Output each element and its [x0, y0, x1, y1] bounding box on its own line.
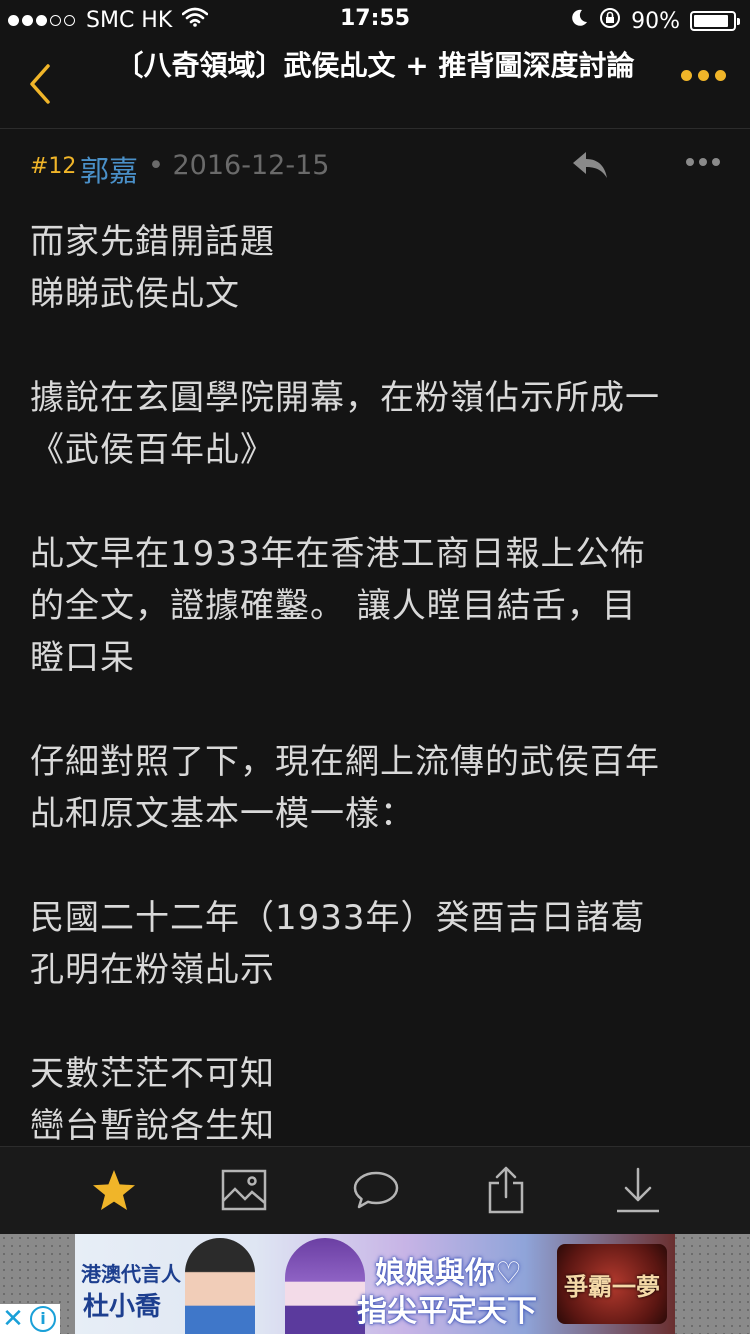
- comment-button[interactable]: [351, 1165, 401, 1215]
- text-line: 而家先錯開話題: [30, 222, 275, 262]
- post-floor-number: #12: [30, 154, 77, 179]
- paragraph: 民國二十二年（1933年）癸酉吉日諸葛 孔明在粉嶺乩示: [30, 892, 730, 996]
- ad-banner[interactable]: 港澳代言人 杜小喬 娘娘與你♡ 指尖平定天下 爭霸一夢: [75, 1234, 675, 1334]
- paragraph: 仔細對照了下，現在網上流傳的武侯百年 乩和原文基本一模一樣：: [30, 736, 730, 840]
- rotation-lock-icon: [599, 7, 621, 35]
- post-more-button[interactable]: [681, 158, 720, 166]
- image-icon: [221, 1169, 267, 1211]
- reply-button[interactable]: [570, 148, 610, 182]
- ad-choices[interactable]: ✕ i: [0, 1304, 60, 1334]
- ad-spokesperson-image: [185, 1238, 255, 1334]
- more-options-button[interactable]: [675, 70, 726, 81]
- favorite-button[interactable]: [89, 1165, 139, 1215]
- post-date: • 2016-12-15: [148, 150, 330, 181]
- ad-slogan: 指尖平定天下: [357, 1294, 537, 1329]
- post-content: 而家先錯開話題 睇睇武侯乩文 據說在玄圓學院開幕，在粉嶺佔示所成一 《武侯百年乩…: [30, 216, 730, 1144]
- status-bar: SMC HK 17:55 90%: [0, 0, 750, 40]
- ad-area: 港澳代言人 杜小喬 娘娘與你♡ 指尖平定天下 爭霸一夢: [0, 1234, 750, 1334]
- text-line: 瞪口呆: [30, 638, 135, 678]
- text-line: 據說在玄圓學院開幕，在粉嶺佔示所成一: [30, 378, 660, 418]
- text-line: 孔明在粉嶺乩示: [30, 950, 275, 990]
- chevron-left-icon: [30, 64, 50, 104]
- download-button[interactable]: [613, 1165, 663, 1215]
- text-line: 乩文早在1933年在香港工商日報上公佈: [30, 534, 646, 574]
- star-icon: [93, 1170, 135, 1210]
- text-line: 的全文，證據確鑿。 讓人瞠目結舌，目: [30, 586, 637, 626]
- text-line: 乩和原文基本一模一樣：: [30, 794, 415, 834]
- paragraph: 天數茫茫不可知 巒台暫說各生知: [30, 1048, 730, 1144]
- paragraph: 據說在玄圓學院開幕，在粉嶺佔示所成一 《武侯百年乩》: [30, 372, 730, 476]
- ad-text: 杜小喬: [83, 1292, 162, 1322]
- reply-icon: [573, 152, 607, 178]
- post-author[interactable]: 郭嘉: [80, 148, 138, 190]
- paragraph: 而家先錯開話題 睇睇武侯乩文: [30, 216, 730, 320]
- battery-percent: 90%: [631, 8, 680, 34]
- image-button[interactable]: [219, 1165, 269, 1215]
- text-line: 民國二十二年（1933年）癸酉吉日諸葛: [30, 898, 646, 938]
- bottom-toolbar: [0, 1146, 750, 1235]
- share-button[interactable]: [481, 1165, 531, 1215]
- ad-game-logo: 爭霸一夢: [557, 1244, 667, 1324]
- back-button[interactable]: [24, 62, 60, 106]
- paragraph: 乩文早在1933年在香港工商日報上公佈 的全文，證據確鑿。 讓人瞠目結舌，目 瞪…: [30, 528, 730, 684]
- moon-icon: [569, 8, 589, 34]
- post-header: #12 郭嘉 • 2016-12-15: [30, 148, 720, 188]
- page-title: 〔八奇領域〕武侯乩文 + 推背圖深度討論: [115, 49, 635, 82]
- info-icon[interactable]: i: [30, 1306, 56, 1332]
- text-line: 天數茫茫不可知: [30, 1054, 275, 1094]
- text-line: 仔細對照了下，現在網上流傳的武侯百年: [30, 742, 660, 782]
- battery-icon: [690, 11, 740, 31]
- text-line: 巒台暫說各生知: [30, 1106, 275, 1144]
- share-icon: [488, 1166, 524, 1214]
- ad-text: 港澳代言人: [81, 1262, 181, 1286]
- download-icon: [617, 1167, 659, 1213]
- text-line: 睇睇武侯乩文: [30, 274, 240, 314]
- navigation-bar: 〔八奇領域〕武侯乩文 + 推背圖深度討論: [0, 40, 750, 129]
- ad-character-image: [285, 1238, 365, 1334]
- text-line: 《武侯百年乩》: [30, 430, 275, 470]
- comment-icon: [353, 1171, 399, 1209]
- close-icon[interactable]: ✕: [0, 1304, 26, 1334]
